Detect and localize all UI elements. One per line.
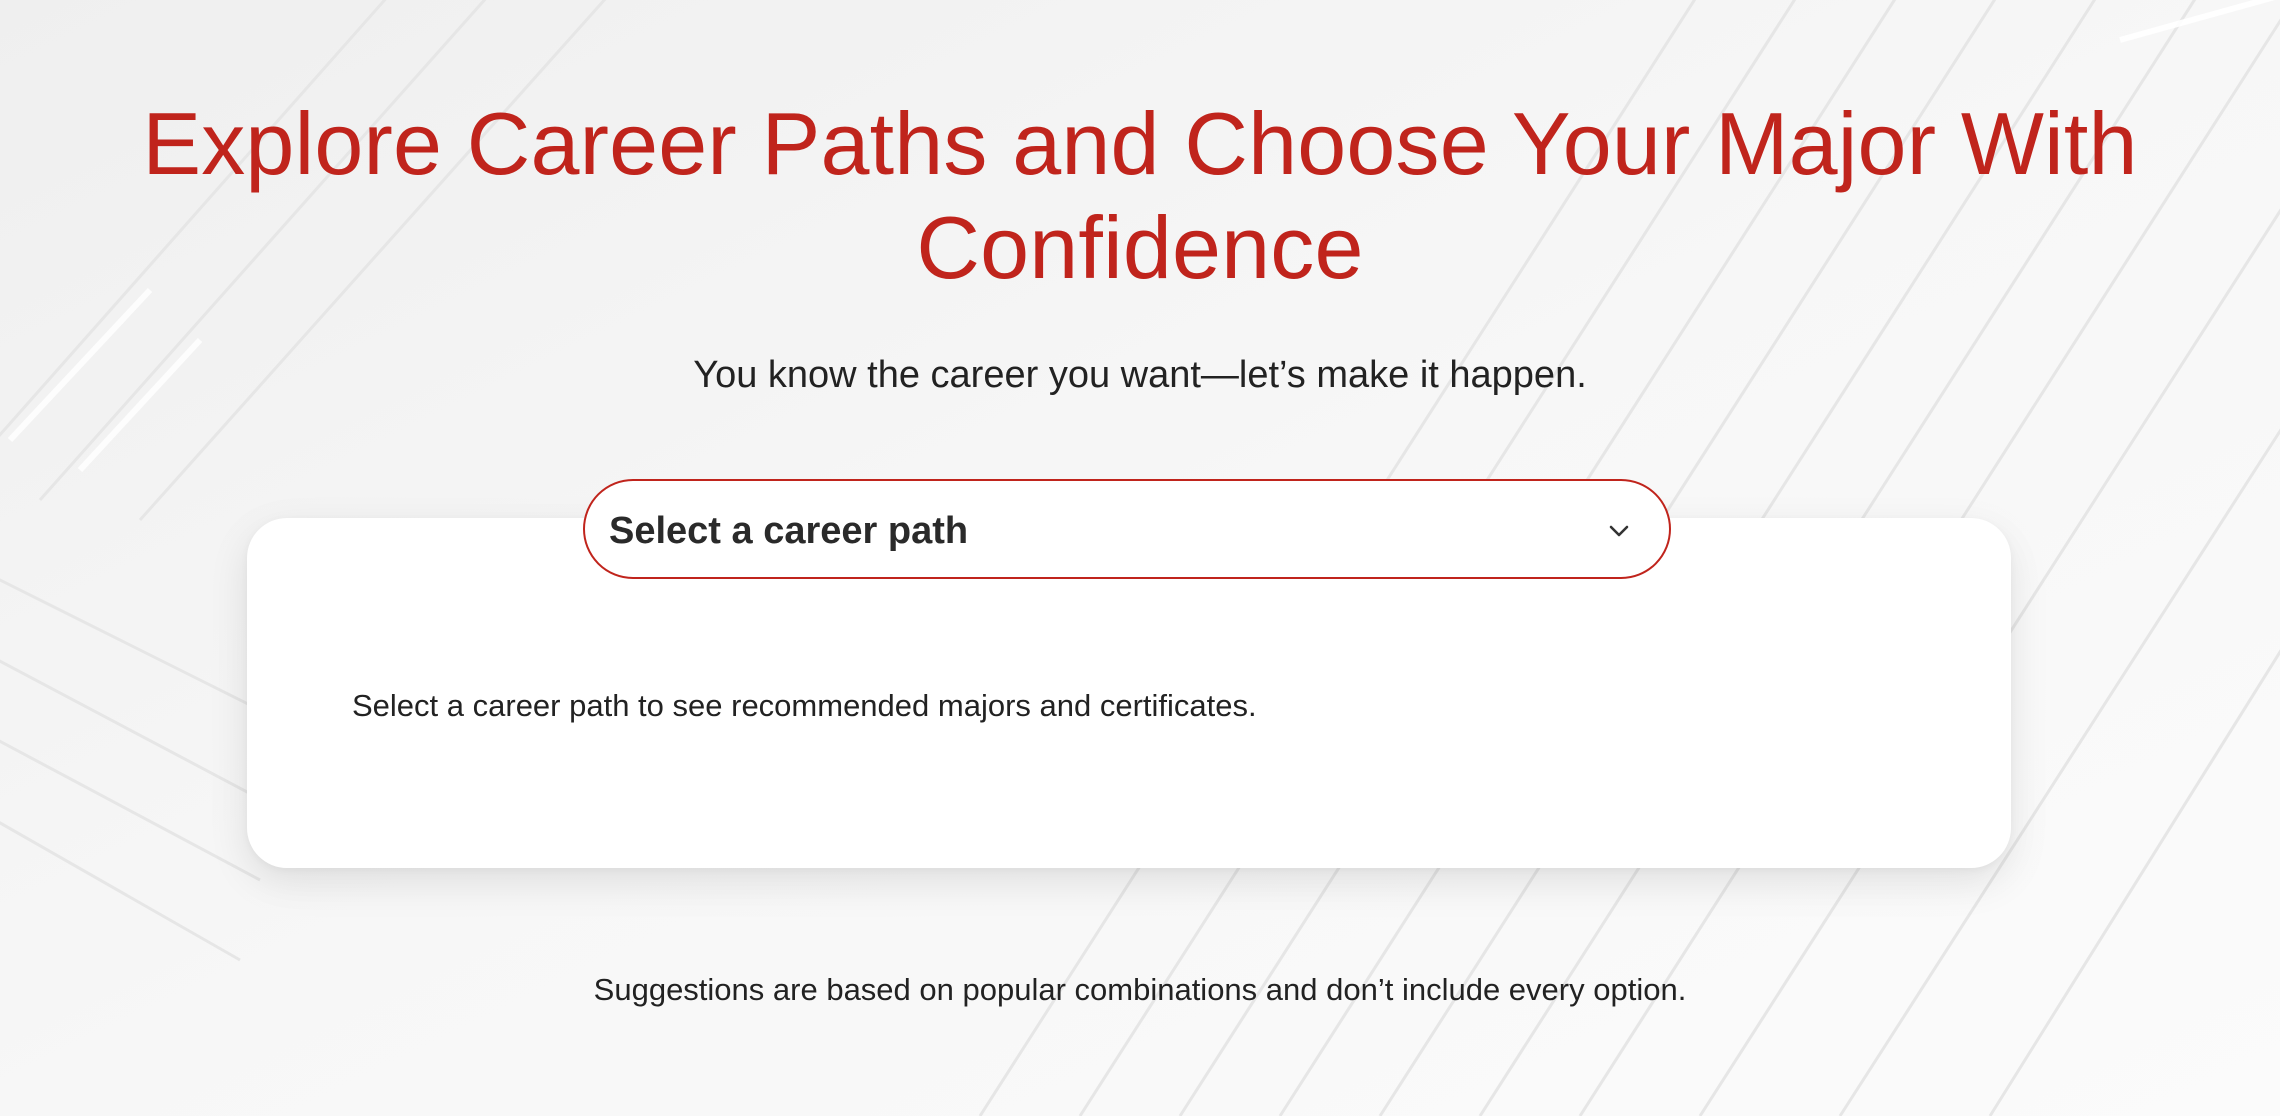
results-empty-message: Select a career path to see recommended … [352,688,1257,723]
page-content: Explore Career Paths and Choose Your Maj… [0,0,2280,1116]
chevron-down-icon [1609,525,1629,537]
suggestions-disclaimer: Suggestions are based on popular combina… [593,972,1687,1007]
page-subtitle: You know the career you want—let’s make … [693,354,1587,396]
career-path-select-value: Select a career path [609,510,969,552]
page-title: Explore Career Paths and Choose Your Maj… [142,94,2138,297]
career-path-select[interactable]: Select a career path [583,479,1671,579]
